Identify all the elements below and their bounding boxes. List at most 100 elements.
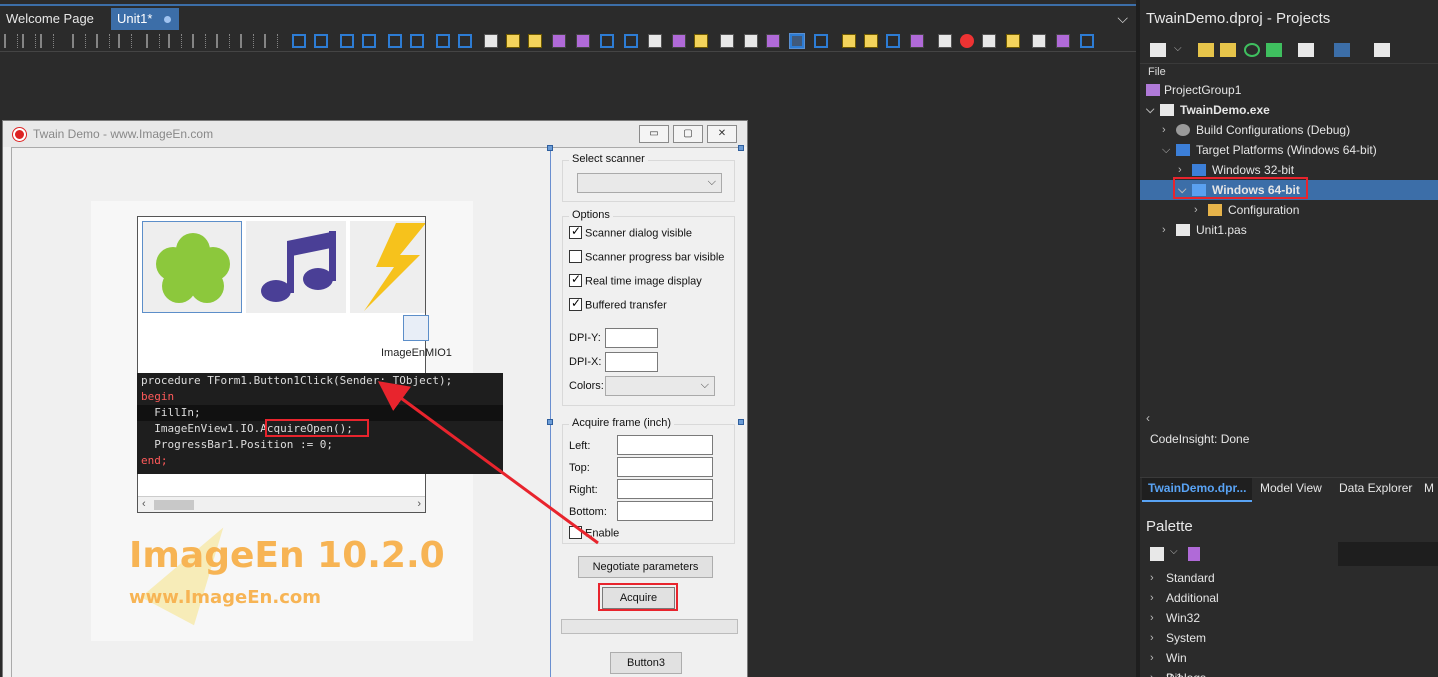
projects-hscrollbar[interactable]: ‹	[1140, 408, 1438, 430]
expand-icon[interactable]: ›	[1194, 200, 1198, 220]
scanner-combobox[interactable]: ⌵	[577, 173, 722, 193]
tree-target-platforms[interactable]: ⌵ Target Platforms (Windows 64-bit)	[1140, 140, 1438, 160]
button3[interactable]: Button3	[610, 652, 682, 674]
expand-icon[interactable]: ⌵	[1162, 140, 1170, 160]
expand-icon[interactable]: ›	[1150, 608, 1154, 628]
tab-order-icon[interactable]	[672, 34, 686, 48]
checkbox-box[interactable]	[569, 272, 582, 287]
tab-data-explorer[interactable]: Data Explorer	[1339, 481, 1412, 495]
tree-project-group[interactable]: ProjectGroup1	[1140, 80, 1438, 100]
spacing-up-icon[interactable]	[436, 34, 450, 48]
align-to-grid-icon[interactable]	[576, 34, 590, 48]
palette-search-input[interactable]	[1338, 542, 1438, 566]
gear-icon[interactable]	[484, 34, 498, 48]
selection-handle[interactable]	[738, 145, 744, 151]
scroll-left-icon[interactable]: ‹	[142, 498, 146, 510]
frame-icon[interactable]	[528, 34, 542, 48]
tab-unit1[interactable]: Unit1*	[111, 8, 179, 30]
checkbox-buffered[interactable]: Buffered transfer	[569, 296, 667, 315]
horizontal-scrollbar[interactable]: ‹ ›	[138, 496, 425, 512]
thumbnail-flower[interactable]	[142, 221, 242, 313]
wand-icon[interactable]	[1056, 34, 1070, 48]
component-y-icon[interactable]	[842, 34, 856, 48]
thumbnail-music[interactable]	[246, 221, 346, 313]
chevron-down-icon[interactable]: ⌵	[1170, 546, 1178, 557]
align-top-icon[interactable]	[72, 34, 86, 48]
align-left-icon[interactable]	[4, 34, 18, 48]
grid-dots-icon[interactable]	[814, 34, 828, 48]
tab-more[interactable]: M	[1424, 481, 1434, 495]
checkbox-scanner-dialog[interactable]: Scanner dialog visible	[569, 224, 692, 243]
scroll-thumb[interactable]	[154, 500, 194, 510]
add-folder-icon[interactable]	[1220, 43, 1236, 57]
palette-icon[interactable]	[766, 34, 780, 48]
copy-icon[interactable]	[1032, 34, 1046, 48]
image-icon[interactable]	[744, 34, 758, 48]
tree-unit1-pas[interactable]: › Unit1.pas	[1140, 220, 1438, 240]
align-center-icon[interactable]	[22, 34, 36, 48]
checkbox-progress-bar[interactable]: Scanner progress bar visible	[569, 250, 724, 267]
expand-icon[interactable]: ›	[1150, 628, 1154, 648]
table-icon[interactable]	[720, 34, 734, 48]
lock-icon[interactable]	[694, 34, 708, 48]
space-vertical-icon[interactable]	[168, 34, 182, 48]
tools-icon[interactable]	[1080, 34, 1094, 48]
close-button[interactable]: ✕	[707, 125, 737, 143]
center-vertical-icon[interactable]	[362, 34, 376, 48]
select-all-icon[interactable]	[600, 34, 614, 48]
right-input[interactable]	[617, 479, 713, 499]
expand-icon[interactable]: ›	[1150, 668, 1154, 677]
size-width-icon[interactable]	[192, 34, 206, 48]
bottom-input[interactable]	[617, 501, 713, 521]
tab-welcome-page[interactable]: Welcome Page	[0, 8, 110, 30]
stop-icon[interactable]	[960, 34, 974, 48]
expand-icon[interactable]: ›	[1150, 568, 1154, 588]
equal-width-icon[interactable]	[240, 34, 254, 48]
expand-icon[interactable]: ›	[1162, 220, 1166, 240]
brush-icon[interactable]	[864, 34, 878, 48]
selection-handle[interactable]	[547, 145, 553, 151]
space-horizontal-icon[interactable]	[146, 34, 160, 48]
design-form[interactable]: Twain Demo - www.ImageEn.com ▭ ▢ ✕ Image…	[2, 120, 748, 677]
build-icon[interactable]	[1334, 43, 1350, 57]
checkbox-enable[interactable]: Enable	[569, 526, 619, 543]
minimize-button[interactable]: ▭	[639, 125, 669, 143]
tree-build-configurations[interactable]: › Build Configurations (Debug)	[1140, 120, 1438, 140]
align-right-icon[interactable]	[40, 34, 54, 48]
align-grid-icon[interactable]	[292, 34, 306, 48]
expand-icon[interactable]: ›	[1162, 120, 1166, 140]
pointer-icon[interactable]	[1188, 547, 1200, 561]
scroll-left-icon[interactable]: ‹	[1146, 411, 1150, 425]
tab-model-view[interactable]: Model View	[1260, 481, 1322, 495]
thumbnail-bolt[interactable]	[350, 221, 425, 313]
selection-handle[interactable]	[738, 419, 744, 425]
tab-project-file[interactable]: TwainDemo.dpr...	[1142, 478, 1253, 502]
target-icon[interactable]	[789, 33, 805, 49]
tree-configuration[interactable]: › Configuration	[1140, 200, 1438, 220]
checkbox-box[interactable]	[569, 296, 582, 311]
open-folder-icon[interactable]	[1198, 43, 1214, 57]
scroll-right-icon[interactable]: ›	[417, 498, 421, 510]
new-item-icon[interactable]	[1150, 43, 1166, 57]
acquire-button[interactable]: Acquire	[602, 587, 675, 609]
selection-handle[interactable]	[547, 419, 553, 425]
dock-icon[interactable]	[886, 34, 900, 48]
align-bottom-icon[interactable]	[118, 34, 132, 48]
component-icon[interactable]	[1150, 547, 1164, 561]
view-icon[interactable]	[1298, 43, 1314, 57]
file-icon[interactable]	[938, 34, 952, 48]
center-horizontal-icon[interactable]	[340, 34, 354, 48]
expand-icon[interactable]: ›	[1150, 648, 1154, 668]
expand-icon[interactable]: ⌵	[1146, 100, 1154, 120]
select-parent-icon[interactable]	[624, 34, 638, 48]
compile-icon[interactable]	[1374, 43, 1390, 57]
refresh-icon[interactable]	[1244, 43, 1260, 57]
options-panel[interactable]: Select scanner ⌵ Options Scanner dialog …	[550, 148, 742, 677]
checkbox-box[interactable]	[569, 224, 582, 239]
checkbox-box[interactable]	[569, 526, 582, 539]
dpi-y-input[interactable]	[605, 328, 658, 348]
size-height-icon[interactable]	[216, 34, 230, 48]
top-input[interactable]	[617, 457, 713, 477]
save-image-icon[interactable]	[982, 34, 996, 48]
dpi-x-input[interactable]	[605, 352, 658, 372]
